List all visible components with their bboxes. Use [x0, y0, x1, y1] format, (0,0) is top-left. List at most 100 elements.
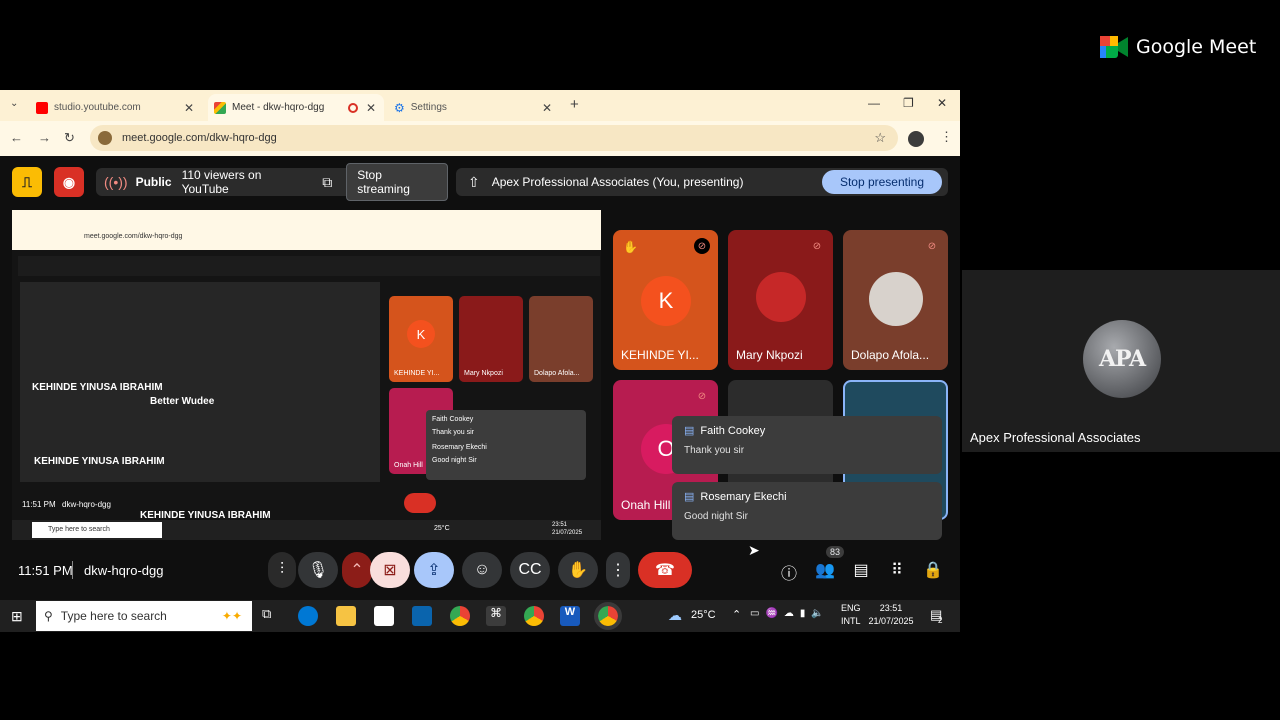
stream-visibility: Public [135, 175, 172, 189]
participant-tile[interactable]: ⊘ Mary Nkpozi [728, 230, 833, 370]
address-bar[interactable]: meet.google.com/dkw-hqro-dgg ☆ [90, 125, 898, 151]
chrome-active-icon[interactable] [594, 602, 622, 630]
lang-code: ENG [841, 603, 861, 613]
reactions-button[interactable]: ☺ [462, 552, 502, 588]
task-view-icon[interactable]: ⧉ [262, 606, 282, 626]
reload-icon[interactable]: ↻ [64, 130, 75, 146]
site-info-icon[interactable] [98, 131, 112, 145]
edge-icon[interactable] [298, 606, 318, 626]
nested-hangup [404, 493, 436, 513]
host-controls-icon[interactable]: 🔒 [922, 560, 944, 580]
close-icon[interactable]: ✕ [542, 101, 552, 115]
camera-off-button[interactable]: ⊠ [370, 552, 410, 588]
meeting-time: 11:51 PM [18, 563, 73, 578]
chat-message[interactable]: ▤ Rosemary Ekechi Good night Sir [672, 482, 942, 540]
nested-tile-name: Dolapo Afola... [534, 370, 580, 377]
clock-date: 21/07/2025 [868, 616, 914, 626]
chrome-icon[interactable] [450, 606, 470, 626]
mic-off-icon: ⊘ [812, 240, 822, 252]
tab-list-chevron-icon[interactable]: ⌄ [10, 98, 18, 109]
avatar: K [407, 320, 435, 348]
tab-meet[interactable]: Meet - dkw-hqro-dgg ✕ [208, 94, 384, 121]
new-tab-button[interactable]: + [570, 96, 579, 113]
chrome-icon[interactable] [524, 606, 544, 626]
nested-name-label: KEHINDE YINUSA IBRAHIM [32, 382, 163, 393]
restore-icon[interactable]: ❐ [903, 96, 914, 110]
more-options-icon[interactable]: ⋮ [606, 552, 630, 588]
nested-name-label: Better Wudee [150, 396, 215, 407]
stop-streaming-button[interactable]: Stop streaming [346, 163, 448, 201]
camera-options-icon[interactable]: ⌃ [342, 552, 372, 588]
participants-badge: 83 [826, 546, 845, 558]
nested-chat-sender: Rosemary Ekechi [432, 444, 487, 451]
taskbar-clock[interactable]: 23:51 21/07/2025 [866, 602, 916, 628]
file-explorer-icon[interactable] [336, 606, 356, 626]
weather-temp: 25°C [691, 609, 716, 621]
windows-start-icon[interactable]: ⊞ [11, 608, 23, 625]
activities-icon[interactable]: ⎍ [12, 167, 42, 197]
search-icon: ⚲ [44, 609, 53, 623]
nested-tile-name: KEHINDE YI... [394, 370, 440, 377]
raise-hand-button[interactable]: ✋ [558, 552, 598, 588]
nested-tile: Dolapo Afola... [529, 296, 593, 382]
apps-grid-icon[interactable]: ⠿ [886, 560, 908, 580]
mic-off-icon: ⊘ [697, 390, 707, 402]
avatar: K [641, 276, 691, 326]
store-icon[interactable] [374, 606, 394, 626]
tab-settings[interactable]: ⚙ Settings ✕ [388, 94, 560, 121]
camera-off-icon: ⊠ [383, 562, 397, 579]
forward-icon[interactable]: → [38, 130, 51, 145]
back-icon[interactable]: ← [10, 130, 23, 145]
participant-tile[interactable]: ⊘ Dolapo Afola... [843, 230, 948, 370]
participant-tile[interactable]: ✋ ⊘ K KEHINDE YI... [613, 230, 718, 370]
tab-youtube[interactable]: studio.youtube.com ✕ [30, 94, 202, 121]
word-icon[interactable]: W [560, 606, 580, 626]
tray-chevron-icon[interactable]: ⌃ [732, 608, 741, 621]
profile-avatar[interactable] [908, 131, 924, 147]
bookmark-star-icon[interactable]: ☆ [874, 130, 886, 146]
minimize-icon[interactable]: — [868, 96, 880, 110]
nested-chat-sender: Faith Cookey [432, 416, 474, 423]
recording-icon[interactable]: ◉ [54, 167, 84, 197]
gear-icon: ⚙ [394, 100, 405, 115]
emoji-icon: ☺ [473, 561, 491, 578]
copy-icon[interactable]: ⧉ [322, 174, 332, 191]
microphone-button[interactable]: 🎙 [298, 552, 338, 588]
hang-up-icon: ☎ [655, 562, 675, 579]
present-button[interactable]: ⇪ [414, 552, 454, 588]
audio-settings-icon[interactable]: ⫶ [268, 552, 296, 588]
nested-temp: 25°C [434, 525, 450, 532]
notification-count: 2 [938, 616, 943, 625]
nested-name-label: KEHINDE YINUSA IBRAHIM [34, 456, 165, 467]
browser-menu-icon[interactable]: ⋮ [940, 129, 953, 145]
chat-sender: Rosemary Ekechi [700, 490, 787, 503]
meet-icon [214, 101, 226, 114]
participant-name: Mary Nkpozi [736, 348, 803, 362]
leave-call-button[interactable]: ☎ [638, 552, 692, 588]
language-indicator[interactable]: ENG INTL [841, 602, 861, 628]
stop-presenting-button[interactable]: Stop presenting [821, 170, 942, 194]
window-close-icon[interactable]: ✕ [937, 96, 947, 110]
lang-layout: INTL [841, 616, 861, 626]
divider [72, 561, 73, 579]
taskbar-search[interactable]: ⚲ Type here to search ✦✦ [36, 601, 252, 631]
address-row: ← → ↻ meet.google.com/dkw-hqro-dgg ☆ ⋮ [0, 121, 960, 156]
self-view-name: Apex Professional Associates [970, 430, 1141, 445]
windows-taskbar: ⊞ ⚲ Type here to search ✦✦ ⧉ ⌘ W ☁ 25°C … [0, 600, 960, 632]
taskbar-search-text: Type here to search [60, 609, 167, 623]
nested-taskbar: Type here to search 25°C 23:51 21/07/2025 [12, 520, 601, 540]
people-icon[interactable]: 👥 [814, 560, 836, 580]
youtube-icon [36, 101, 48, 114]
close-icon[interactable]: ✕ [184, 101, 194, 115]
info-icon[interactable]: ⓘ [778, 560, 800, 584]
chat-message[interactable]: ▤ Faith Cookey Thank you sir [672, 416, 942, 474]
app-icon[interactable]: ⌘ [486, 606, 506, 626]
captions-button[interactable]: CC [510, 552, 550, 588]
participant-name: Onah Hill [621, 498, 671, 512]
tray-icons[interactable]: ▭♒☁▮🔈 [750, 608, 830, 619]
chat-icon[interactable]: ▤ [850, 560, 872, 580]
outlook-icon[interactable] [412, 606, 432, 626]
close-icon[interactable]: ✕ [366, 101, 376, 115]
url-text: meet.google.com/dkw-hqro-dgg [122, 132, 277, 144]
microphone-icon: 🎙 [307, 562, 329, 579]
